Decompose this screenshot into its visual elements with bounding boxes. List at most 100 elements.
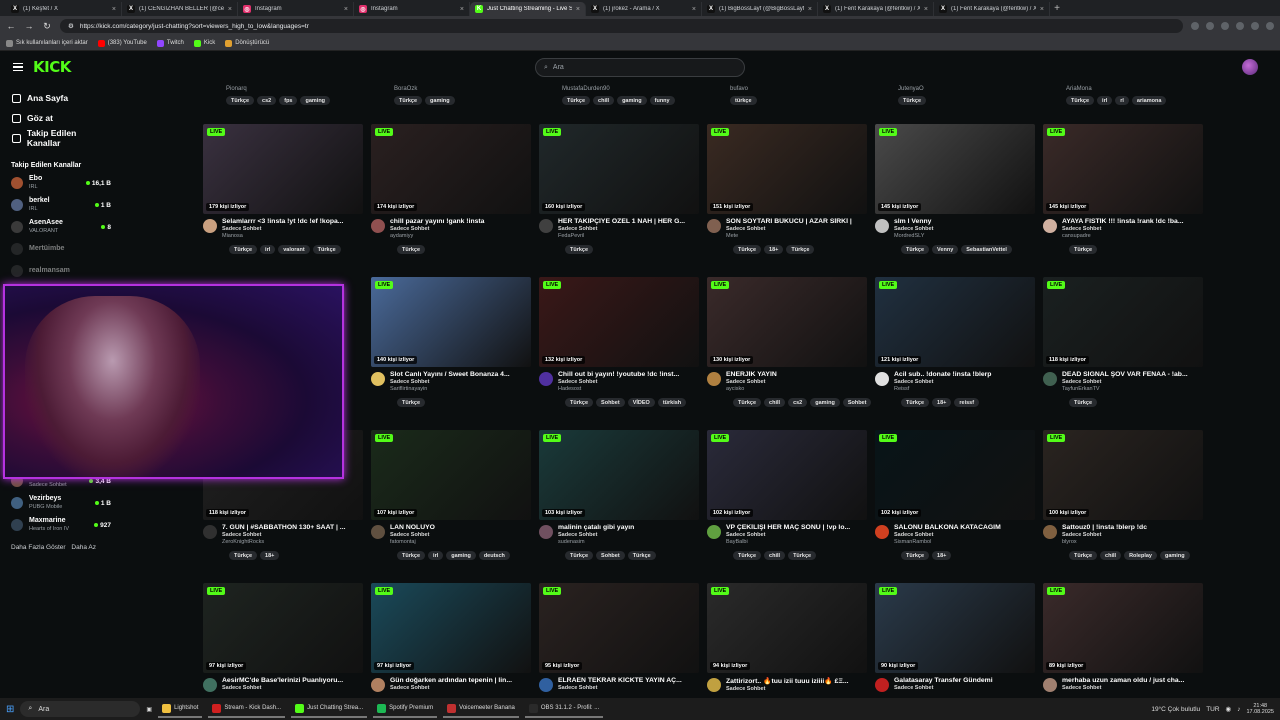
stream-card[interactable]: LIVE 132 kişi izliyor Chill out bi yayın! … [539,277,699,412]
stream-title[interactable]: ELRAEN TEKRAR KİCKTE YAYIN AÇ... [558,677,699,684]
channel-name[interactable]: JutenyaO [898,86,1040,92]
channel-name[interactable]: fatomontaj [390,539,531,545]
channel-avatar[interactable] [1043,525,1057,539]
stream-card[interactable]: LIVE 145 kişi izliyor AYAYA FISTIK !!! !in… [1043,124,1203,259]
close-icon[interactable]: × [1040,6,1044,13]
stream-title[interactable]: SALONU BALKONA KATACAĞIM [894,524,1035,531]
browser-tab[interactable]: X (1) BigBossLayf (@BigBossLayf) / X × [702,2,818,16]
channel-avatar[interactable] [203,678,217,692]
tag[interactable]: Türkçe [1069,398,1098,407]
stream-card[interactable]: LIVE 102 kişi izliyor VP ÇEKİLİŞİ HER MAÇ … [707,430,867,565]
tag[interactable]: Türkçe [565,551,594,560]
stream-title[interactable]: merhaba uzun zaman oldu / just cha... [1062,677,1203,684]
stream-thumbnail[interactable]: LIVE 140 kişi izliyor [371,277,531,367]
stream-thumbnail[interactable]: LIVE 97 kişi izliyor [371,583,531,673]
stream-title[interactable]: LAN NOLUYO [390,524,531,531]
channel-name[interactable]: MustafaDurden90 [562,86,704,92]
channel-name[interactable]: sudenasim [558,539,699,545]
taskbar-app[interactable]: Lightshot [158,700,203,718]
stream-card[interactable]: LIVE 97 kişi izliyor Gün doğarken ardından… [371,583,531,698]
channel-avatar[interactable] [539,372,553,386]
stream-card[interactable]: LIVE 103 kişi izliyor malinin çatalı gibi … [539,430,699,565]
close-icon[interactable]: × [576,6,580,13]
close-icon[interactable]: × [344,6,348,13]
channel-avatar[interactable] [371,525,385,539]
channel-avatar[interactable] [371,678,385,692]
stream-category[interactable]: Sadece Sohbet [558,379,699,385]
weather-status[interactable]: 19°C Çok bulutlu [1151,706,1200,713]
tag[interactable]: SebastianVettel [961,245,1012,254]
channel-avatar[interactable] [875,219,889,233]
tag[interactable]: irl [1097,96,1113,105]
stream-card[interactable]: LIVE 94 kişi izliyor Zattirizort.. 🔥tuu iz… [707,583,867,698]
stream-title[interactable]: malinin çatalı gibi yayın [558,524,699,531]
channel-avatar[interactable] [203,219,217,233]
taskbar-search[interactable]: ⌕ Ara [20,701,141,717]
back-icon[interactable]: ← [6,21,16,31]
stream-card[interactable]: LIVE 89 kişi izliyor merhaba uzun zaman ol… [1043,583,1203,698]
tag[interactable]: rl [1115,96,1129,105]
stream-category[interactable]: Sadece Sohbet [390,379,531,385]
close-icon[interactable]: × [112,6,116,13]
stream-card[interactable]: LIVE 107 kişi izliyor LAN NOLUYO Sadece Soh… [371,430,531,565]
channel-name[interactable]: Pionarq [226,86,368,92]
stream-category[interactable]: Sadece Sohbet [558,532,699,538]
stream-title[interactable]: SON SOYTARI BÜKÜCÜ | AZAR SİRKİ | [726,218,867,225]
tag[interactable]: Türkçe [733,398,762,407]
channel-avatar[interactable] [707,219,721,233]
followed-channel[interactable]: realmansam [0,260,122,282]
stream-title[interactable]: Gün doğarken ardından tepenin | lin... [390,677,531,684]
stream-category[interactable]: Sadece Sohbet [894,532,1035,538]
stream-title[interactable]: ENERJİK YAYIN [726,371,867,378]
stream-thumbnail[interactable]: LIVE 118 kişi izliyor [1043,277,1203,367]
tag[interactable]: Türkçe [1066,96,1095,105]
tag[interactable]: türkçe [730,96,757,105]
extension-icon[interactable] [1191,22,1199,30]
channel-avatar[interactable] [539,219,553,233]
followed-channel[interactable]: Vezirbeys PUBG Mobile 1 B [0,492,122,514]
channel-avatar[interactable] [371,219,385,233]
channel-name[interactable]: BayBalbi [726,539,867,545]
wifi-icon[interactable]: ◉ [1226,705,1232,713]
profile-icon[interactable] [1251,22,1259,30]
stream-card[interactable]: LIVE 102 kişi izliyor SALONU BALKONA KATAC… [875,430,1035,565]
channel-name[interactable]: Hadesost [558,386,699,392]
channel-avatar[interactable] [1043,219,1057,233]
volume-icon[interactable]: ♪ [1237,706,1240,713]
tag[interactable]: Roleplay [1124,551,1157,560]
stream-title[interactable]: slm l Venny [894,218,1035,225]
channel-name[interactable]: AriaMona [1066,86,1208,92]
channel-name[interactable]: aycisko [726,386,867,392]
stream-thumbnail[interactable]: LIVE 94 kişi izliyor [707,583,867,673]
extension-icon[interactable] [1206,22,1214,30]
tag[interactable]: Türkçe [562,96,591,105]
tag[interactable]: Türkçe [901,398,930,407]
bookmark-item[interactable]: Twitch [156,39,184,47]
tag[interactable]: 18+ [932,551,952,560]
stream-thumbnail[interactable]: LIVE 145 kişi izliyor [1043,124,1203,214]
stream-title[interactable]: AesirMC'de Base'lerinizi Puanlıyoru... [222,677,363,684]
channel-name[interactable]: bufavo [730,86,872,92]
browser-tab[interactable]: X (1) jrokez - Arama / X × [586,2,702,16]
tag[interactable]: 18+ [260,551,280,560]
stream-card[interactable]: LIVE 90 kişi izliyor Galatasaray Transfer … [875,583,1035,698]
stream-title[interactable]: Zattirizort.. 🔥tuu izii tuuu iziiii🔥 £Ξ.… [726,677,867,685]
tag[interactable]: cs2 [788,398,808,407]
tag[interactable]: irl [428,551,444,560]
followed-channel[interactable]: Maxmarine Hearts of Iron IV 927 [0,514,122,536]
browser-tab[interactable]: X (1) CENGİZHAN BELLER (@cengo × [122,2,238,16]
stream-card[interactable]: LIVE 151 kişi izliyor SON SOYTARI BÜKÜCÜ |… [707,124,867,259]
tag[interactable]: Sohbet [596,398,625,407]
bookmark-item[interactable]: Sık kullanılanları içeri aktar [6,39,88,47]
sidebar-nav-item[interactable]: Takip Edilen Kanallar [0,128,122,148]
channel-name[interactable]: TayfunErkanTV [1062,386,1203,392]
menu-icon[interactable] [1266,22,1274,30]
stream-category[interactable]: Sadece Sohbet [726,226,867,232]
tag[interactable]: funny [649,96,675,105]
tag[interactable]: Türkçe [898,96,927,105]
menu-hamburger-icon[interactable] [13,62,23,72]
tag[interactable]: valorant [278,245,310,254]
stream-card[interactable]: LIVE 97 kişi izliyor AesirMC'de Base'lerin… [203,583,363,698]
tag[interactable]: reissf [954,398,980,407]
stream-card[interactable]: LIVE 100 kişi izliyor Sattouz0 | !insta !b… [1043,430,1203,565]
